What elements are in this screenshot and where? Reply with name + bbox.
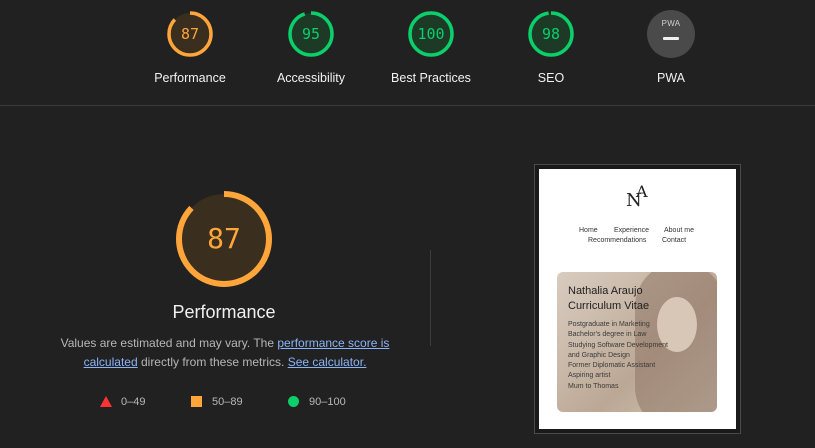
gauge-ring: 98 [527, 10, 575, 58]
final-screenshot-frame[interactable]: N A Home Experience About me Recommendat… [534, 164, 741, 434]
header-divider [0, 105, 815, 106]
gauge-performance[interactable]: 87 Performance [130, 10, 250, 85]
gauge-ring: 100 [407, 10, 455, 58]
legend-range: 50–89 [212, 396, 243, 408]
main-gauge-score: 87 [207, 222, 241, 255]
bio-line: Bachelor's degree in Law [568, 331, 647, 339]
hero-title-line: Nathalia Araujo [568, 285, 643, 297]
legend-range: 90–100 [309, 396, 346, 408]
nav-item-contact: Contact [662, 237, 687, 244]
main-performance-gauge: 87 [175, 190, 273, 288]
bio-line: Postgraduate in Marketing [568, 321, 650, 328]
gauge-label: Best Practices [391, 71, 471, 85]
nav-item-recommendations: Recommendations [588, 237, 647, 244]
nav-item-experience: Experience [614, 227, 650, 234]
pwa-dash-icon [663, 37, 679, 40]
bio-line: and Graphic Design [568, 351, 630, 359]
score-description: Values are estimated and may vary. The p… [55, 334, 395, 372]
score-legend: 0–49 50–89 90–100 [0, 394, 450, 410]
gauge-accessibility[interactable]: 95 Accessibility [251, 10, 371, 85]
hero-title-line: Curriculum Vitae [568, 300, 650, 312]
nav-item-home: Home [579, 227, 598, 234]
hero-title: Nathalia Araujo Curriculum Vitae [568, 284, 649, 314]
gauge-ring: 87 [166, 10, 214, 58]
hero-bio: Postgraduate in Marketing Bachelor's deg… [568, 320, 668, 392]
final-screenshot: N A Home Experience About me Recommendat… [539, 169, 736, 429]
legend-range: 0–49 [121, 396, 146, 408]
gauge-label: SEO [537, 71, 565, 85]
main-gauge-title: Performance [172, 302, 276, 322]
gauge-score: 95 [301, 25, 321, 43]
see-calculator-link[interactable]: See calculator. [288, 355, 367, 369]
triangle-icon [100, 396, 112, 407]
description-text: directly from these metrics. [137, 355, 288, 369]
square-icon [191, 396, 202, 407]
gauge-pwa[interactable]: PWA PWA [611, 10, 731, 85]
bio-line: Former Diplomatic Assistant [568, 362, 656, 370]
gauge-best-practices[interactable]: 100 Best Practices [371, 10, 491, 85]
description-text: Values are estimated and may vary. The [60, 336, 278, 350]
bio-line: Aspiring artist [568, 372, 611, 380]
gauge-label: Performance [154, 71, 226, 85]
bio-line: Mum to Thomas [568, 382, 619, 390]
gauge-label: PWA [656, 71, 685, 85]
category-gauges-row: 87 Performance 95 Accessibility 100 Best… [0, 0, 815, 105]
gauge-seo[interactable]: 98 SEO [491, 10, 611, 85]
logo-letter-a: A [636, 182, 648, 201]
pwa-badge-icon: PWA [647, 10, 695, 58]
circle-icon [288, 396, 299, 407]
bio-line: Studying Software Development [568, 341, 668, 349]
site-logo: N A [624, 182, 654, 212]
pwa-badge-text: PWA [661, 19, 681, 28]
nav-item-about: About me [664, 227, 694, 234]
gauge-label: Accessibility [276, 71, 346, 85]
vertical-divider [430, 250, 431, 346]
gauge-score: 100 [417, 25, 445, 43]
hero-card: Nathalia Araujo Curriculum Vitae Postgra… [557, 272, 717, 412]
gauge-score: 87 [180, 25, 200, 43]
gauge-score: 98 [541, 25, 561, 43]
gauge-ring: 95 [287, 10, 335, 58]
